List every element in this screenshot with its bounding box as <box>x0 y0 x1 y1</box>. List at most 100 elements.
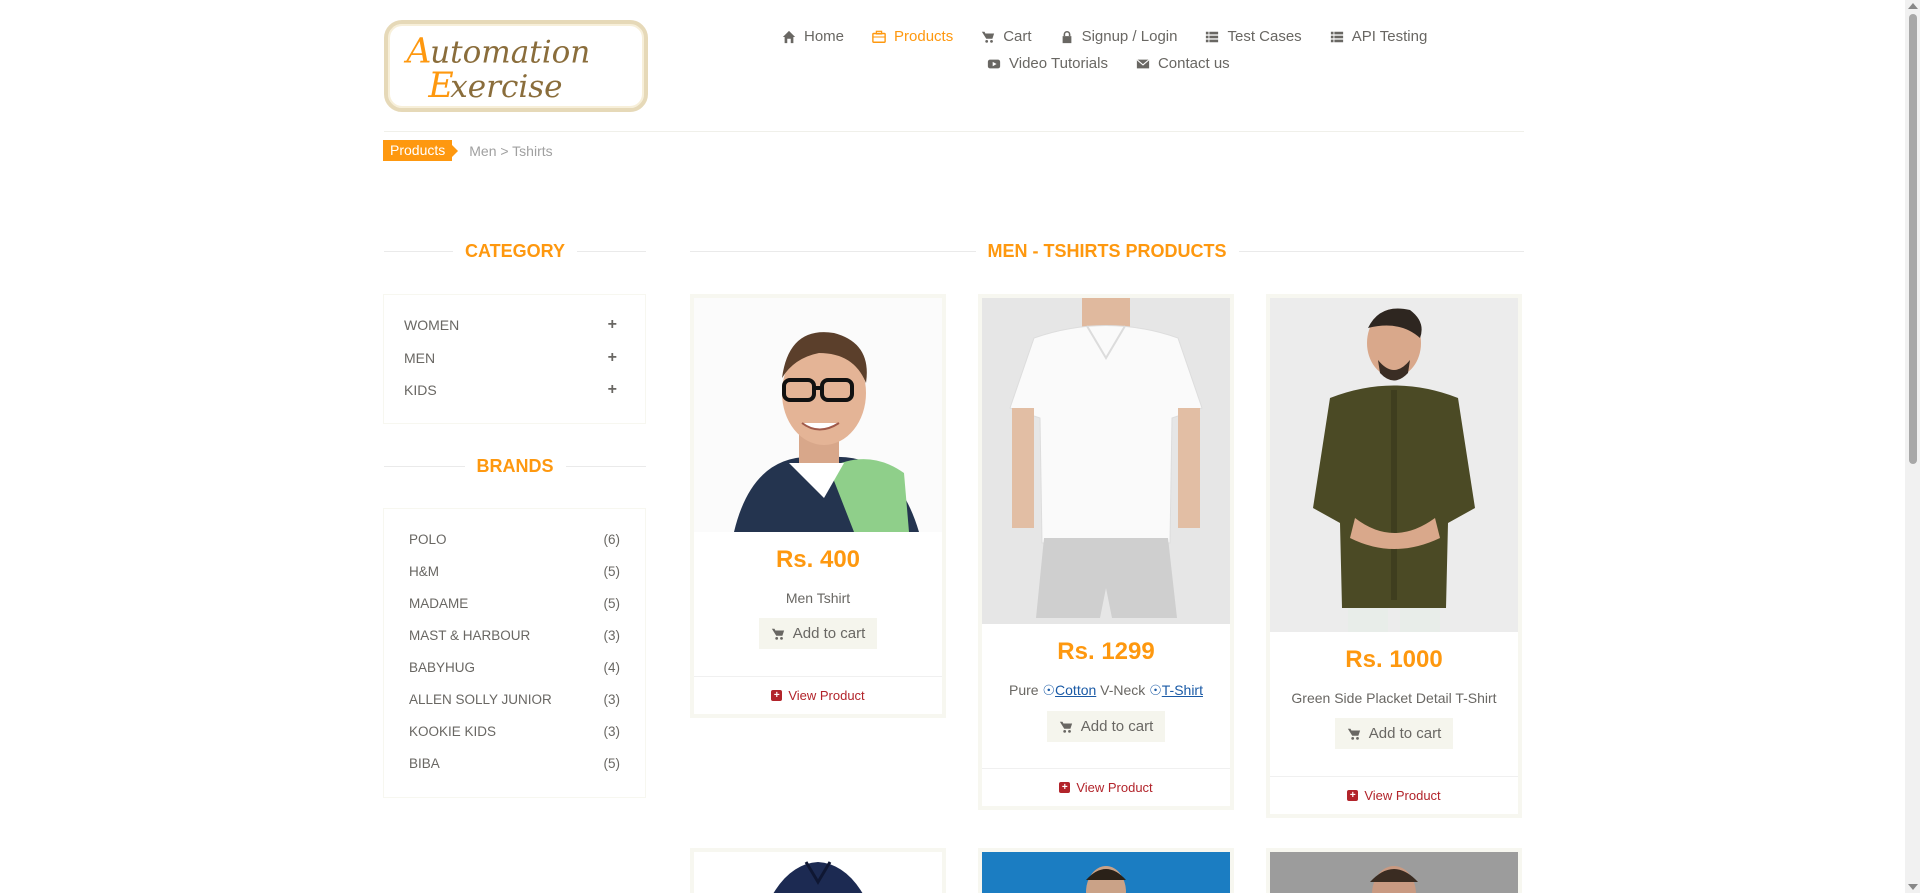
logo-image: A utomation E xercise <box>403 31 590 106</box>
nav-api-testing[interactable]: API Testing <box>1330 28 1428 45</box>
product-image <box>1270 852 1518 893</box>
nav-test-cases[interactable]: Test Cases <box>1205 28 1302 45</box>
add-to-cart-button[interactable]: Add to cart <box>1046 711 1166 742</box>
add-to-cart-label: Add to cart <box>792 625 866 642</box>
brand-count: (3) <box>603 691 621 707</box>
plus-icon[interactable]: + <box>608 349 617 367</box>
product-name: Men Tshirt <box>785 590 851 606</box>
product-card: Rs. 1000 Green Side Placket Detail T-Shi… <box>1266 294 1522 818</box>
brand-babyhug[interactable]: BABYHUG (4) <box>384 651 645 683</box>
nav-home[interactable]: Home <box>782 28 844 45</box>
view-product-label: View Product <box>1364 788 1441 803</box>
nav-api-testing-label: API Testing <box>1351 28 1428 45</box>
products-title: Men - Tshirts Products <box>987 241 1227 261</box>
category-heading: Category <box>384 241 647 262</box>
category-men[interactable]: Men + <box>384 342 645 375</box>
product-name: Pure ☉Cotton V-Neck ☉T-Shirt <box>1009 682 1203 698</box>
product-price: Rs. 1299 <box>1057 638 1155 665</box>
brand-count: (4) <box>603 659 621 675</box>
product-card: Rs. 400 Men Tshirt Add to cart + View Pr… <box>690 294 946 718</box>
brand-count: (3) <box>603 723 621 739</box>
brand-count: (5) <box>603 595 621 611</box>
nav-cart-label: Cart <box>1003 28 1032 45</box>
scroll-down-arrow-icon[interactable] <box>1908 884 1918 890</box>
brands-panel: POLO (6) H&M (5) MADAME (5) MAST & HARBOUR (… <box>383 508 646 798</box>
nav-video-label: Video Tutorials <box>1009 55 1108 72</box>
view-product-label: View Product <box>788 688 865 703</box>
product-image <box>982 852 1230 893</box>
link-icon: ☉ <box>1042 682 1056 698</box>
category-women[interactable]: Women + <box>384 309 645 342</box>
cart-icon <box>1059 721 1072 733</box>
main-nav: Home Products Cart Signup / Login Test C… <box>782 28 1432 82</box>
nav-products-label: Products <box>894 28 954 45</box>
product-info: Rs. 1000 Green Side Placket Detail T-Shi… <box>1270 646 1518 749</box>
nav-contact-label: Contact us <box>1157 55 1230 72</box>
category-kids[interactable]: Kids + <box>384 374 645 407</box>
link-icon: ☉ <box>1149 682 1162 698</box>
nav-contact-us[interactable]: Contact us <box>1136 55 1230 72</box>
brand-name: BIBA <box>409 755 440 771</box>
add-to-cart-button[interactable]: Add to cart <box>758 618 878 649</box>
envelope-icon <box>1136 58 1150 68</box>
nav-signup-label: Signup / Login <box>1081 28 1178 45</box>
category-kids-label: Kids <box>404 382 437 399</box>
nav-cart[interactable]: Cart <box>981 28 1032 45</box>
brand-polo[interactable]: POLO (6) <box>384 523 645 555</box>
tshirt-link[interactable]: T-Shirt <box>1162 682 1203 698</box>
brand-hm[interactable]: H&M (5) <box>384 555 645 587</box>
plus-icon[interactable]: + <box>608 316 617 334</box>
nav-signup-login[interactable]: Signup / Login <box>1060 28 1178 45</box>
header-divider <box>384 131 1524 132</box>
cotton-link[interactable]: Cotton <box>1055 682 1096 698</box>
view-product-link[interactable]: + View Product <box>982 768 1230 806</box>
brand-name: H&M <box>409 563 439 579</box>
view-product-link[interactable]: + View Product <box>694 676 942 714</box>
brands-heading: Brands <box>384 456 647 477</box>
add-to-cart-button[interactable]: Add to cart <box>1334 718 1454 749</box>
product-card <box>1266 848 1522 893</box>
plus-icon[interactable]: + <box>608 381 617 399</box>
view-product-link[interactable]: + View Product <box>1270 776 1518 814</box>
lock-icon <box>1062 30 1071 43</box>
category-title: Category <box>465 241 566 261</box>
brand-name: ALLEN SOLLY JUNIOR <box>409 691 552 707</box>
brand-biba[interactable]: BIBA (5) <box>384 747 645 779</box>
brand-madame[interactable]: MADAME (5) <box>384 587 645 619</box>
product-card: Rs. 1299 Pure ☉Cotton V-Neck ☉T-Shirt Ad… <box>978 294 1234 810</box>
scroll-thumb[interactable] <box>1909 14 1917 464</box>
brand-mast-harbour[interactable]: MAST & HARBOUR (3) <box>384 619 645 651</box>
product-info: Rs. 400 Men Tshirt Add to cart <box>694 546 942 649</box>
scroll-up-arrow-icon[interactable] <box>1908 3 1918 9</box>
brand-count: (3) <box>603 627 621 643</box>
category-panel: Women + Men + Kids + <box>383 294 646 424</box>
breadcrumb-current: Men > Tshirts <box>469 142 553 159</box>
page-scrollbar[interactable] <box>1905 0 1920 893</box>
plus-square-icon: + <box>771 690 783 701</box>
product-info: Rs. 1299 Pure ☉Cotton V-Neck ☉T-Shirt Ad… <box>982 638 1230 742</box>
nav-video-tutorials[interactable]: Video Tutorials <box>987 55 1108 72</box>
brands-title: Brands <box>476 456 554 476</box>
brand-count: (6) <box>603 531 621 547</box>
brand-kookie-kids[interactable]: KOOKIE KIDS (3) <box>384 715 645 747</box>
brand-name: MAST & HARBOUR <box>409 627 531 643</box>
product-image <box>694 298 942 532</box>
products-heading: Men - Tshirts Products <box>690 241 1525 262</box>
product-card <box>690 848 946 893</box>
svg-text:utomation: utomation <box>430 34 590 70</box>
brand-count: (5) <box>603 563 621 579</box>
category-women-label: Women <box>404 317 460 334</box>
home-icon <box>782 30 796 43</box>
brand-allen-solly-junior[interactable]: ALLEN SOLLY JUNIOR (3) <box>384 683 645 715</box>
brand-name: BABYHUG <box>409 659 476 675</box>
site-logo[interactable]: A utomation E xercise <box>384 20 648 112</box>
nav-products[interactable]: Products <box>872 28 953 45</box>
add-to-cart-label: Add to cart <box>1080 718 1154 735</box>
svg-text:A: A <box>403 31 431 71</box>
breadcrumb-products[interactable]: Products <box>383 140 459 161</box>
cart-icon <box>982 31 995 43</box>
plus-square-icon: + <box>1347 790 1359 801</box>
brand-name: KOOKIE KIDS <box>409 723 497 739</box>
product-image <box>1270 298 1518 632</box>
nav-test-cases-label: Test Cases <box>1227 28 1302 45</box>
